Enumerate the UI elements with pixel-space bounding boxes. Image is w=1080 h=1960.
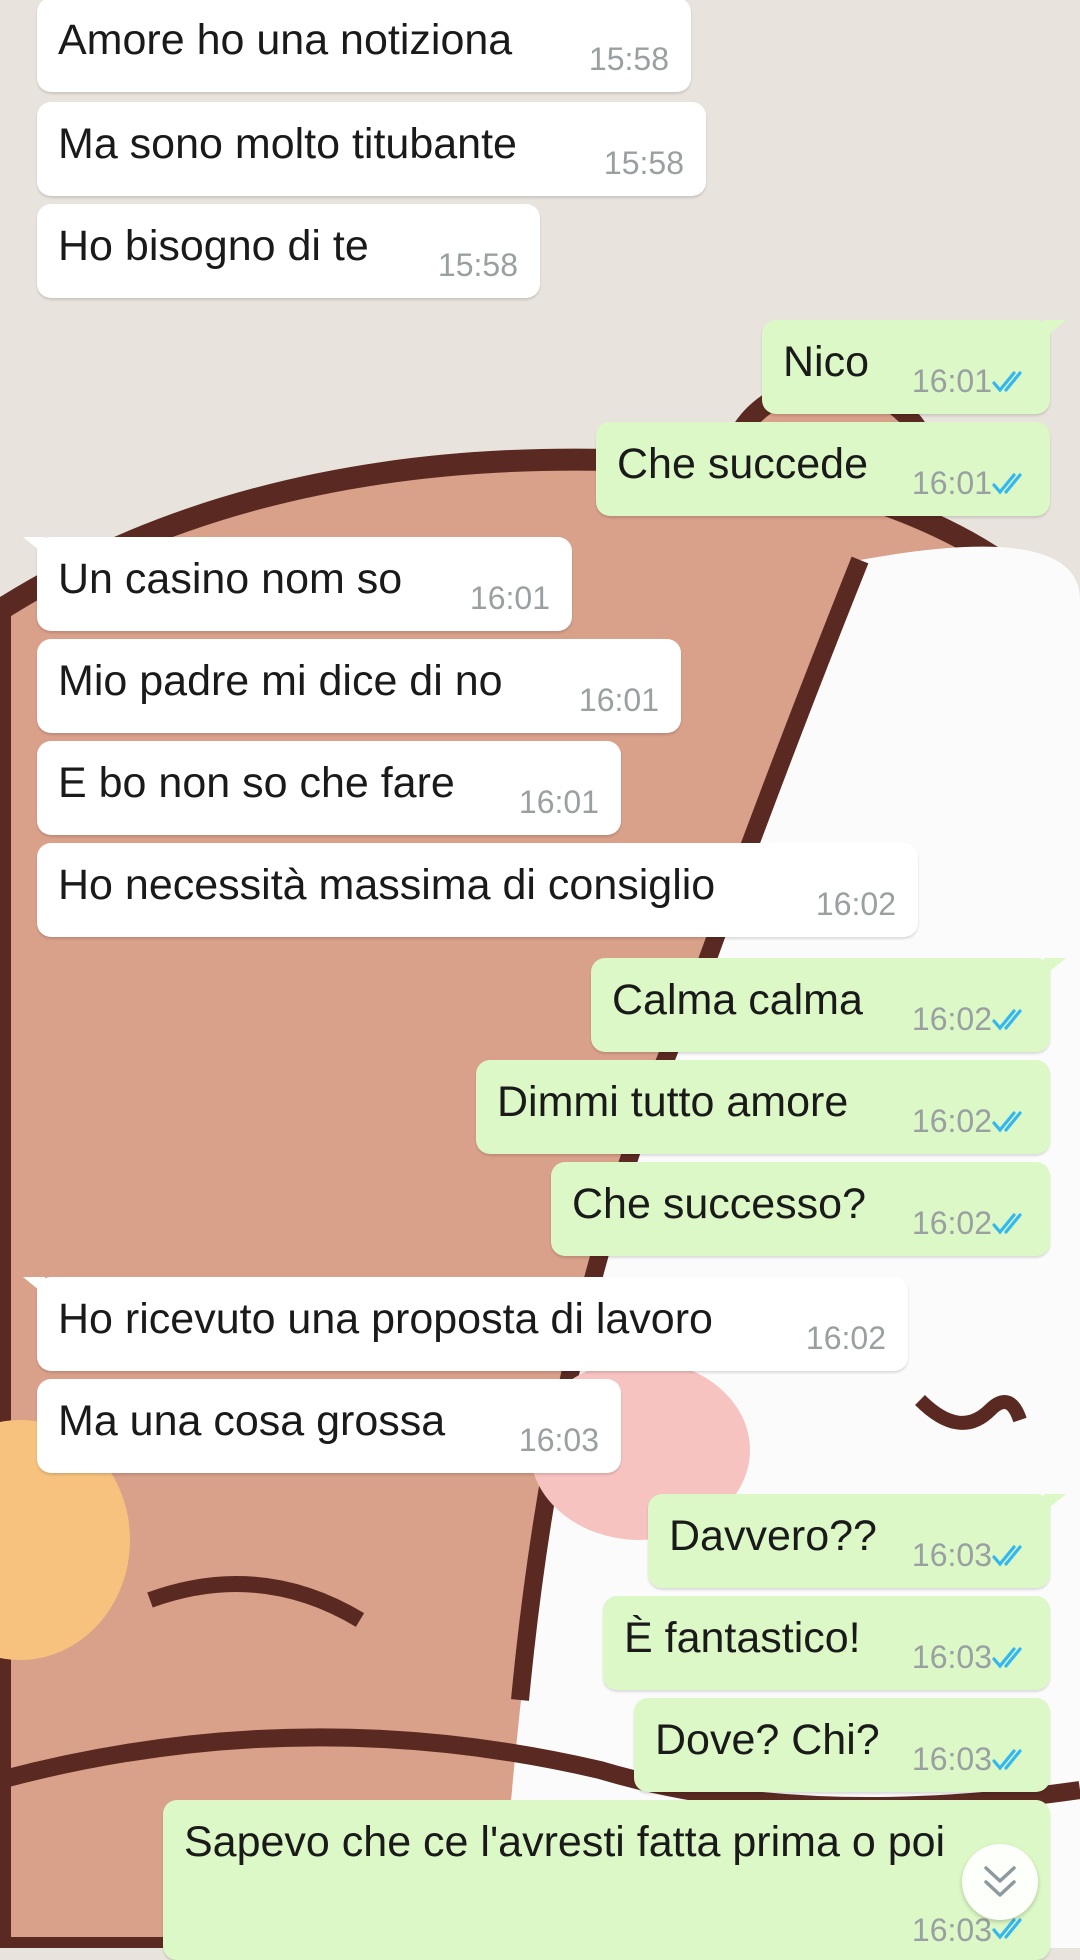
message-text: Dimmi tutto amore	[497, 1078, 849, 1126]
message-outgoing[interactable]: Nico 16:01	[762, 320, 1066, 414]
bubble-tail	[1044, 1494, 1066, 1512]
message-time: 16:02	[911, 1001, 992, 1037]
message-text: Dove? Chi?	[655, 1716, 880, 1764]
message-text: È fantastico!	[624, 1614, 861, 1662]
message-time: 15:58	[603, 145, 684, 181]
message-time: 16:02	[815, 886, 896, 922]
read-receipt-icon	[992, 1749, 1022, 1771]
message-incoming[interactable]: Ho ricevuto una proposta di lavoro 16:02	[23, 1277, 908, 1371]
read-receipt-icon	[992, 1111, 1022, 1133]
message-text: Sapevo che ce l'avresti fatta prima o po…	[184, 1818, 946, 1866]
message-text: Ho bisogno di te	[58, 222, 369, 270]
message-text: Mio padre mi dice di no	[58, 657, 503, 705]
message-time: 16:02	[805, 1320, 886, 1356]
message-outgoing[interactable]: Dove? Chi? 16:03	[634, 1698, 1050, 1792]
message-time: 16:01	[911, 363, 992, 399]
message-time: 16:03	[911, 1537, 992, 1573]
message-incoming[interactable]: Ma una cosa grossa 16:03	[37, 1379, 621, 1473]
message-text: Amore ho una notiziona	[58, 16, 513, 64]
message-time: 16:01	[518, 784, 599, 820]
message-text: Ho necessità massima di consiglio	[58, 861, 716, 909]
message-incoming[interactable]: Un casino nom so 16:01	[23, 537, 572, 631]
read-receipt-icon	[992, 1647, 1022, 1669]
message-incoming[interactable]: Ho necessità massima di consiglio 16:02	[37, 843, 918, 937]
bubble-tail	[23, 1277, 45, 1295]
message-incoming[interactable]: Ho bisogno di te 15:58	[37, 204, 540, 298]
message-time: 16:01	[469, 580, 550, 616]
read-receipt-icon	[992, 1009, 1022, 1031]
read-receipt-icon	[992, 1213, 1022, 1235]
read-receipt-icon	[992, 371, 1022, 393]
message-text: Davvero??	[669, 1512, 877, 1560]
message-outgoing[interactable]: Dimmi tutto amore 16:02	[476, 1060, 1050, 1154]
message-text: Nico	[783, 338, 870, 386]
message-outgoing[interactable]: Sapevo che ce l'avresti fatta prima o po…	[163, 1800, 1050, 1960]
message-text: Un casino nom so	[58, 555, 403, 603]
message-time: 16:01	[911, 465, 992, 501]
chat-messages[interactable]: Amore ho una notiziona 15:58 Ma sono mol…	[0, 0, 1080, 1960]
message-time: 15:58	[437, 247, 518, 283]
message-text: Ma una cosa grossa	[58, 1397, 446, 1445]
message-time: 16:03	[518, 1422, 599, 1458]
message-outgoing[interactable]: È fantastico! 16:03	[603, 1596, 1050, 1690]
message-outgoing[interactable]: Davvero?? 16:03	[648, 1494, 1066, 1588]
read-receipt-icon	[992, 473, 1022, 495]
message-time: 16:03	[911, 1741, 992, 1777]
message-incoming[interactable]: Ma sono molto titubante 15:58	[37, 102, 706, 196]
scroll-to-bottom-button[interactable]	[962, 1844, 1038, 1920]
message-time: 16:02	[911, 1103, 992, 1139]
double-chevron-down-icon	[984, 1866, 1016, 1897]
message-text: Che successo?	[572, 1180, 866, 1228]
message-incoming[interactable]: E bo non so che fare 16:01	[37, 741, 621, 835]
message-text: Ma sono molto titubante	[58, 120, 517, 168]
message-time: 16:03	[911, 1639, 992, 1675]
message-text: Calma calma	[612, 976, 863, 1024]
message-text: Ho ricevuto una proposta di lavoro	[58, 1295, 713, 1343]
message-incoming[interactable]: Amore ho una notiziona 15:58	[37, 0, 691, 92]
bubble-tail	[1044, 958, 1066, 976]
message-time: 15:58	[588, 41, 669, 77]
read-receipt-icon	[992, 1545, 1022, 1567]
message-time: 16:02	[911, 1205, 992, 1241]
message-outgoing[interactable]: Calma calma 16:02	[591, 958, 1066, 1052]
message-outgoing[interactable]: Che successo? 16:02	[551, 1162, 1050, 1256]
message-text: E bo non so che fare	[58, 759, 455, 807]
message-incoming[interactable]: Mio padre mi dice di no 16:01	[37, 639, 681, 733]
message-time: 16:01	[578, 682, 659, 718]
bubble-tail	[1044, 320, 1066, 338]
bubble-tail	[23, 537, 45, 555]
message-outgoing[interactable]: Che succede 16:01	[596, 422, 1050, 516]
message-text: Che succede	[617, 440, 868, 488]
